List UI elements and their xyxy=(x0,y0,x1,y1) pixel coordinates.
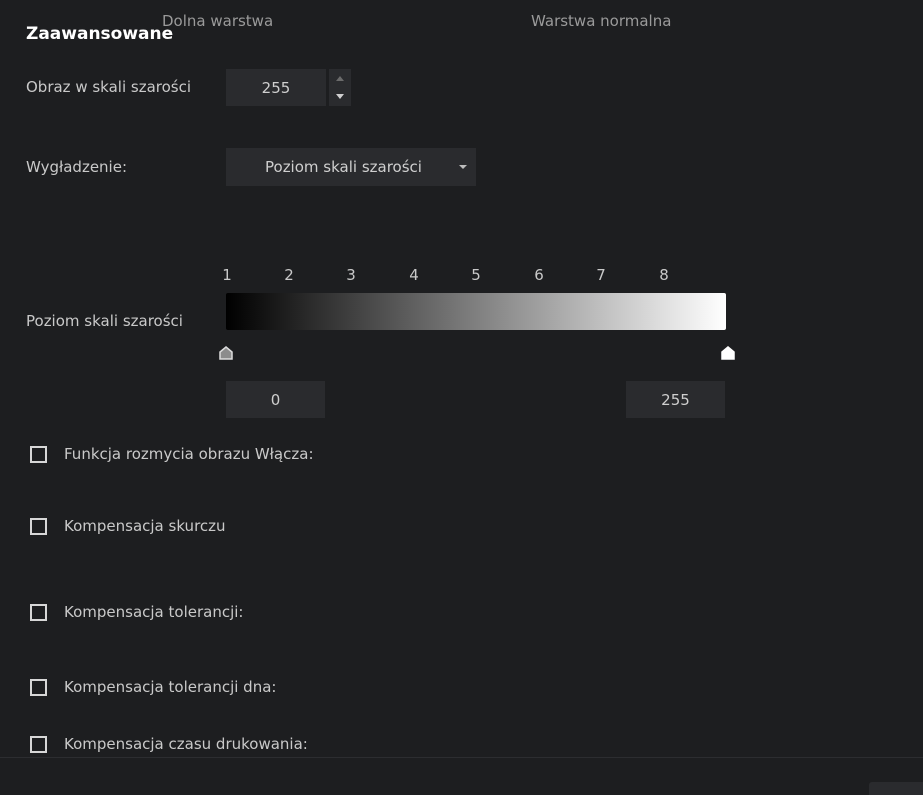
checkbox-label: Kompensacja tolerancji: xyxy=(64,603,244,621)
tick-label: 3 xyxy=(346,266,356,284)
grayscale-level-label: Poziom skali szarości xyxy=(26,312,183,330)
section-title: Zaawansowane xyxy=(26,24,174,44)
checkbox-label: Kompensacja tolerancji dna: xyxy=(64,678,277,696)
footer-button-partial[interactable] xyxy=(869,782,923,795)
checkbox-row-bottom-tolerance-compensation[interactable]: Kompensacja tolerancji dna: xyxy=(30,678,276,696)
chevron-up-icon xyxy=(336,75,344,81)
checkbox-row-print-time-compensation[interactable]: Kompensacja czasu drukowania: xyxy=(30,735,308,753)
checkbox[interactable] xyxy=(30,735,47,753)
checkbox-label: Funkcja rozmycia obrazu Włącza: xyxy=(64,445,314,463)
tick-label: 1 xyxy=(222,266,232,284)
tick-label: 6 xyxy=(534,266,544,284)
tick-label: 5 xyxy=(471,266,481,284)
tick-label: 4 xyxy=(409,266,419,284)
checkbox[interactable] xyxy=(30,445,47,463)
step-up-button[interactable] xyxy=(329,69,351,88)
checkbox[interactable] xyxy=(30,678,47,696)
checkbox-label: Kompensacja czasu drukowania: xyxy=(64,735,308,753)
smoothing-dropdown[interactable]: Poziom skali szarości xyxy=(226,148,476,186)
normal-layer-header: Warstwa normalna xyxy=(531,12,672,30)
tick-label: 7 xyxy=(596,266,606,284)
footer-divider xyxy=(0,757,923,758)
grayscale-image-stepper xyxy=(329,69,351,106)
smoothing-label: Wygładzenie: xyxy=(26,158,128,176)
checkbox[interactable] xyxy=(30,517,47,535)
grayscale-gradient-bar xyxy=(226,293,726,330)
tick-label: 8 xyxy=(659,266,669,284)
min-slider-handle[interactable] xyxy=(219,346,233,360)
max-slider-handle[interactable] xyxy=(721,346,735,360)
checkbox-row-shrink-compensation[interactable]: Kompensacja skurczu xyxy=(30,517,226,535)
max-value-input[interactable]: 255 xyxy=(626,381,725,418)
tick-label: 2 xyxy=(284,266,294,284)
min-value-input[interactable]: 0 xyxy=(226,381,325,418)
step-down-button[interactable] xyxy=(329,88,351,107)
checkbox-row-image-blur[interactable]: Funkcja rozmycia obrazu Włącza: xyxy=(30,445,314,463)
dropdown-arrow-icon xyxy=(459,165,467,169)
checkbox-label: Kompensacja skurczu xyxy=(64,517,226,535)
smoothing-selected-value: Poziom skali szarości xyxy=(265,158,422,176)
bottom-layer-header: Dolna warstwa xyxy=(162,12,274,30)
grayscale-image-label: Obraz w skali szarości xyxy=(26,78,192,96)
checkbox[interactable] xyxy=(30,603,47,621)
grayscale-image-input[interactable]: 255 xyxy=(226,69,326,106)
checkbox-row-tolerance-compensation[interactable]: Kompensacja tolerancji: xyxy=(30,603,243,621)
chevron-down-icon xyxy=(336,94,344,100)
